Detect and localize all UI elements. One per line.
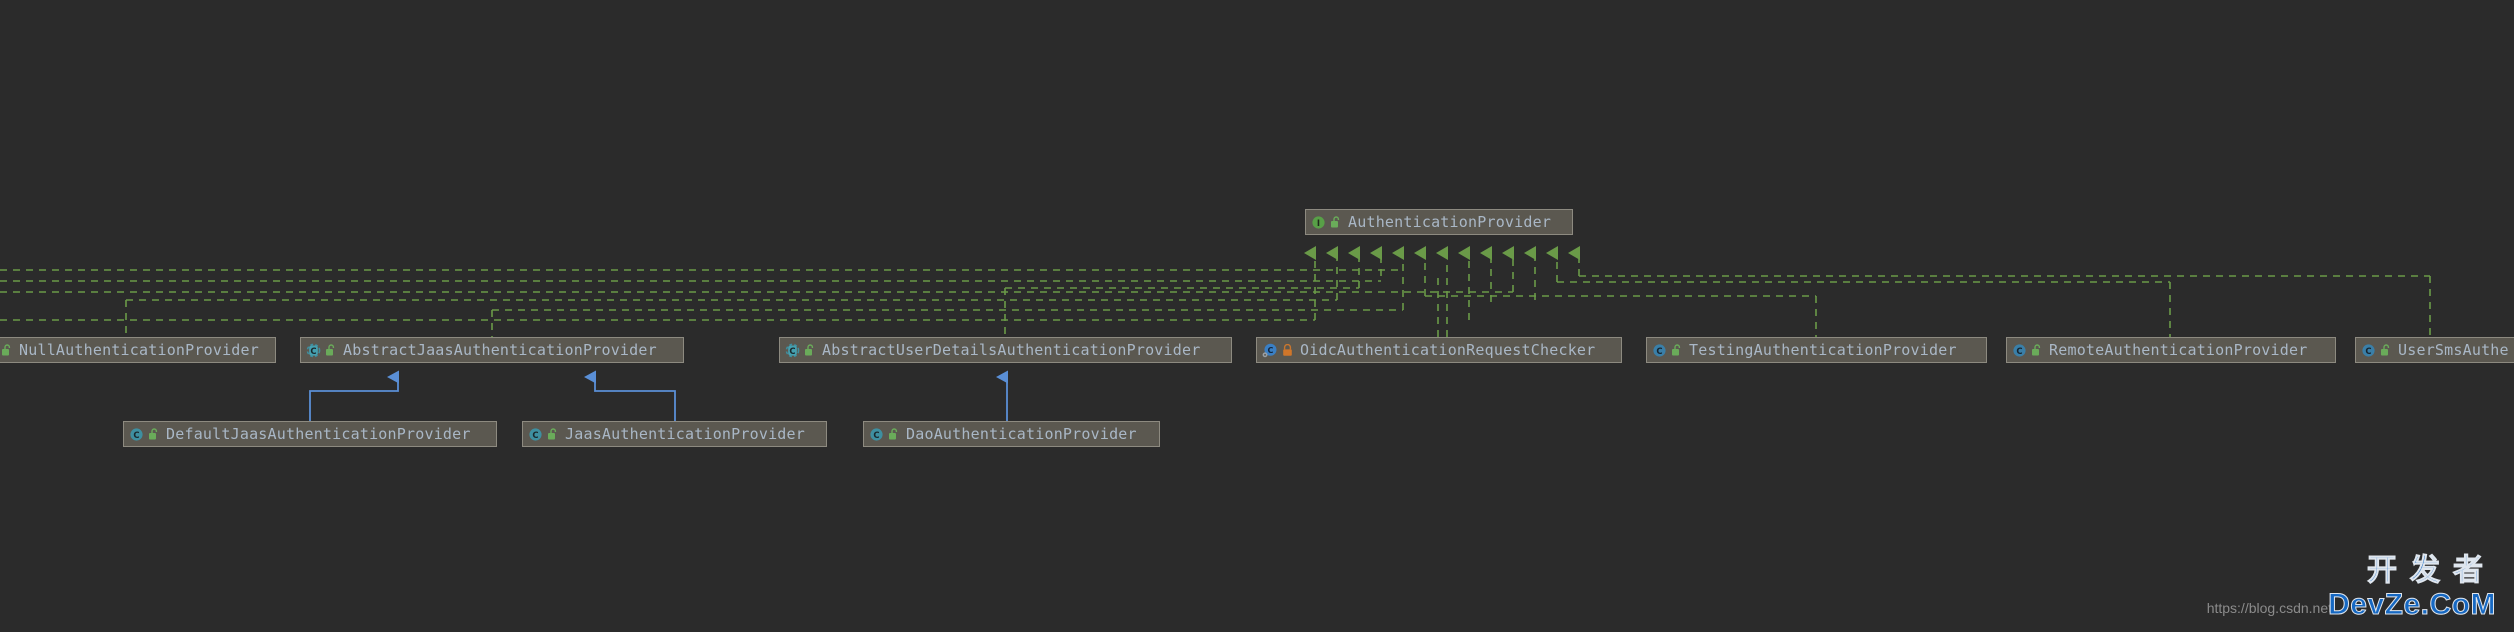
abstract-class-icon: C <box>785 343 800 358</box>
class-node-oidc-authentication-request-checker[interactable]: C OidcAuthenticationRequestChecker <box>1256 337 1622 363</box>
public-unlocked-icon <box>1 344 12 357</box>
svg-text:C: C <box>873 429 879 439</box>
class-node-label: NullAuthenticationProvider <box>12 343 259 358</box>
svg-text:C: C <box>310 345 316 355</box>
public-unlocked-icon <box>547 428 558 441</box>
watermark-url: https://blog.csdn.net <box>2207 600 2332 616</box>
class-node-label: JaasAuthenticationProvider <box>558 427 805 442</box>
public-unlocked-icon <box>888 428 899 441</box>
public-unlocked-icon <box>2380 344 2391 357</box>
watermark-chinese-text: 开发者 <box>2367 545 2496 589</box>
svg-text:C: C <box>2365 345 2371 355</box>
class-icon: C <box>528 427 543 442</box>
watermark: https://blog.csdn.net 开发者 DevZe.CoM <box>0 0 2514 632</box>
class-node-default-jaas-authentication-provider[interactable]: C DefaultJaasAuthenticationProvider <box>123 421 497 447</box>
svg-text:C: C <box>133 429 139 439</box>
class-node-dao-authentication-provider[interactable]: C DaoAuthenticationProvider <box>863 421 1160 447</box>
class-node-testing-authentication-provider[interactable]: C TestingAuthenticationProvider <box>1646 337 1987 363</box>
class-diagram-canvas[interactable]: I AuthenticationProvider C NullAuthentic… <box>0 0 2514 632</box>
svg-text:C: C <box>1656 345 1662 355</box>
public-unlocked-icon <box>804 344 815 357</box>
public-unlocked-icon <box>2031 344 2042 357</box>
class-node-user-sms-authentication-provider[interactable]: C UserSmsAuthe <box>2355 337 2514 363</box>
class-node-label: RemoteAuthenticationProvider <box>2042 343 2307 358</box>
private-locked-icon <box>1282 344 1293 357</box>
class-node-label: TestingAuthenticationProvider <box>1682 343 1957 358</box>
class-node-label: OidcAuthenticationRequestChecker <box>1293 343 1595 358</box>
public-unlocked-icon <box>1671 344 1682 357</box>
class-node-label: AbstractJaasAuthenticationProvider <box>336 343 657 358</box>
class-icon: C <box>129 427 144 442</box>
class-icon: C <box>2012 343 2027 358</box>
public-unlocked-icon <box>148 428 159 441</box>
public-unlocked-icon <box>325 344 336 357</box>
class-node-authentication-provider[interactable]: I AuthenticationProvider <box>1305 209 1573 235</box>
class-node-abstract-user-details-authentication-provider[interactable]: C AbstractUserDetailsAuthenticationProvi… <box>779 337 1232 363</box>
svg-text:I: I <box>1317 217 1320 227</box>
class-node-jaas-authentication-provider[interactable]: C JaasAuthenticationProvider <box>522 421 827 447</box>
interface-icon: I <box>1311 215 1326 230</box>
svg-text:C: C <box>789 345 795 355</box>
final-class-icon: C <box>1262 343 1278 358</box>
class-node-remote-authentication-provider[interactable]: C RemoteAuthenticationProvider <box>2006 337 2336 363</box>
svg-text:C: C <box>532 429 538 439</box>
class-icon: C <box>869 427 884 442</box>
class-node-label: AuthenticationProvider <box>1341 215 1551 230</box>
class-node-label: DaoAuthenticationProvider <box>899 427 1137 442</box>
class-icon: C <box>1652 343 1667 358</box>
watermark-site-text: DevZe.CoM <box>2328 588 2496 622</box>
abstract-class-icon: C <box>306 343 321 358</box>
class-icon: C <box>2361 343 2376 358</box>
edge-layer <box>0 0 2514 632</box>
svg-text:C: C <box>1268 345 1274 354</box>
svg-text:C: C <box>2016 345 2022 355</box>
class-node-label: AbstractUserDetailsAuthenticationProvide… <box>815 343 1200 358</box>
class-node-label: UserSmsAuthe <box>2391 343 2509 358</box>
class-node-abstract-jaas-authentication-provider[interactable]: C AbstractJaasAuthenticationProvider <box>300 337 684 363</box>
public-unlocked-icon <box>1330 216 1341 229</box>
class-node-null-authentication-provider[interactable]: C NullAuthenticationProvider <box>0 337 276 363</box>
class-node-label: DefaultJaasAuthenticationProvider <box>159 427 471 442</box>
